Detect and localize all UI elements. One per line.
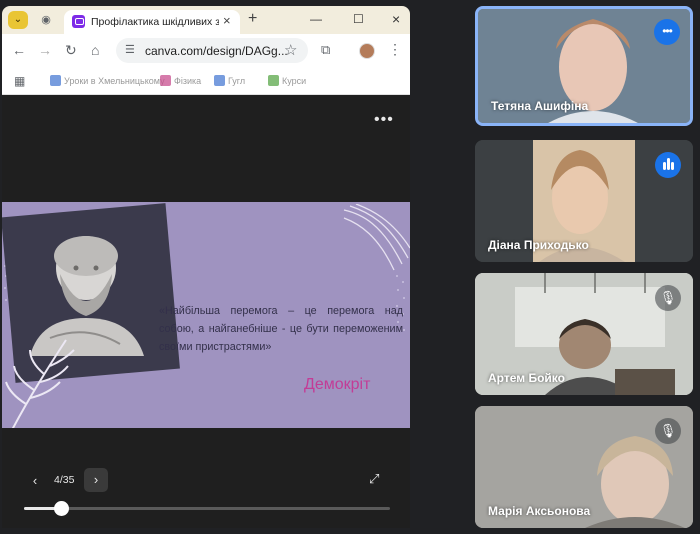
participant-tile[interactable]: Діана Приходько (475, 140, 693, 262)
browser-window: ⌄ ◉ Профілактика шкідливих звич × + — ☐ … (2, 6, 410, 528)
bookmark-item[interactable]: Фізика (160, 75, 201, 86)
profile-avatar[interactable] (359, 43, 375, 59)
tab-search-button[interactable]: ⌄ (8, 11, 28, 29)
tab-close-icon[interactable]: × (223, 14, 231, 28)
minimize-icon[interactable]: — (310, 10, 322, 28)
mic-off-icon: 🎙︎ (655, 285, 681, 311)
maximize-icon[interactable]: ☐ (353, 10, 364, 28)
bookmark-item[interactable]: Уроки в Хмельницькому (50, 75, 165, 86)
active-tab[interactable]: Профілактика шкідливих звич × (64, 10, 240, 34)
tab-title: Профілактика шкідливих звич (91, 16, 219, 28)
reload-icon[interactable]: ↻ (65, 42, 77, 58)
inactive-tab-icon[interactable]: ◉ (38, 12, 54, 28)
bookmark-star-icon[interactable]: ☆ (284, 41, 297, 59)
presentation-viewer: ••• «Найбільша перемога – це перемога на… (2, 95, 410, 528)
slide-progress-bar[interactable] (24, 501, 390, 516)
slide-author: Демокріт (304, 376, 371, 393)
participant-tile[interactable]: 🎙︎ Артем Бойко (475, 273, 693, 395)
participant-tile[interactable]: 🎙︎ Марія Аксьонова (475, 406, 693, 528)
speaking-indicator-icon (655, 152, 681, 178)
mic-off-icon: 🎙︎ (655, 418, 681, 444)
bookmark-item[interactable]: Курси (268, 75, 306, 86)
extensions-icon[interactable]: ⧉ (321, 42, 330, 58)
back-icon[interactable]: ← (12, 42, 26, 58)
forward-icon[interactable]: → (38, 42, 52, 58)
participant-tile[interactable]: ••• Тетяна Ашифіна (475, 6, 693, 126)
page-indicator: 4/35 (54, 474, 75, 486)
new-tab-button[interactable]: + (248, 10, 257, 28)
canva-favicon-icon (72, 15, 85, 28)
slide: «Найбільша перемога – це перемога над со… (2, 202, 410, 428)
progress-thumb[interactable] (53, 501, 69, 516)
close-window-icon[interactable]: × (392, 10, 400, 28)
participant-name: Марія Аксьонова (488, 504, 591, 518)
decorative-leaves (5, 339, 75, 428)
bookmarks-bar: ▦ Уроки в Хмельницькому Фізика Гугл Курс… (2, 67, 410, 95)
fullscreen-icon[interactable]: ⤢ (369, 471, 379, 487)
apps-grid-icon[interactable]: ▦ (14, 74, 25, 88)
home-icon[interactable]: ⌂ (91, 42, 99, 58)
participant-name: Артем Бойко (488, 371, 565, 385)
decorative-swirl (343, 204, 410, 271)
site-info-icon[interactable]: ☰ (125, 43, 135, 56)
slide-quote: «Найбільша перемога – це перемога над со… (159, 305, 403, 353)
participant-name: Діана Приходько (488, 238, 589, 252)
tab-strip: ⌄ ◉ Профілактика шкідливих звич × + — ☐ … (2, 6, 410, 34)
more-options-icon[interactable]: ••• (374, 111, 394, 129)
url-text: canva.com/design/DAGg... (145, 44, 288, 58)
participant-name: Тетяна Ашифіна (491, 99, 589, 113)
previous-slide-button[interactable]: ‹ (24, 470, 46, 492)
browser-toolbar: ← → ↻ ⌂ ☰ canva.com/design/DAGg... ☆ ⧉ ⋮ (2, 34, 410, 67)
next-slide-button[interactable]: › (84, 468, 108, 492)
bookmark-item[interactable]: Гугл (214, 75, 245, 86)
more-options-icon[interactable]: ••• (654, 19, 680, 45)
address-bar[interactable]: ☰ canva.com/design/DAGg... ☆ (116, 38, 308, 63)
browser-menu-icon[interactable]: ⋮ (388, 41, 402, 58)
